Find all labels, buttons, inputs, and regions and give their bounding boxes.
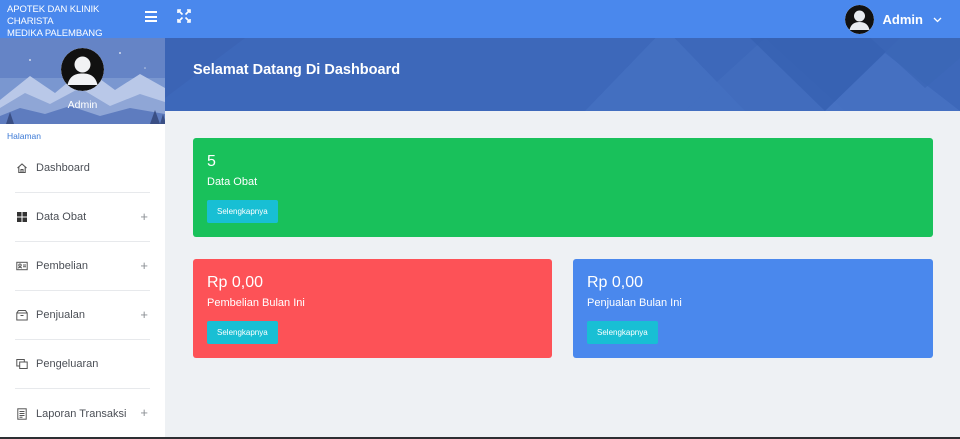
sidebar-item-pembelian[interactable]: Pembelian + <box>15 242 150 291</box>
user-menu[interactable]: Admin <box>844 4 942 34</box>
sidebar-item-label: Data Obat <box>36 211 87 223</box>
sidebar-item-label: Dashboard <box>36 162 90 174</box>
home-icon <box>17 163 27 174</box>
id-card-icon <box>16 261 28 271</box>
page-header-banner: Selamat Datang Di Dashboard <box>165 38 960 111</box>
card-value: 5 <box>207 153 216 170</box>
card-value: Rp 0,00 <box>207 274 264 291</box>
menu-icon[interactable] <box>145 11 157 23</box>
card-penjualan-bulan-ini: Rp 0,00 Penjualan Bulan Ini Selengkapnya <box>573 259 933 358</box>
sidebar-item-laporan-transaksi[interactable]: Laporan Transaksi + <box>15 389 150 438</box>
sidebar-item-data-obat[interactable]: Data Obat + <box>15 193 150 242</box>
card-value: Rp 0,00 <box>587 274 644 291</box>
sidebar-item-penjualan[interactable]: Penjualan + <box>15 291 150 340</box>
card-label: Penjualan Bulan Ini <box>587 297 682 309</box>
card-pembelian-bulan-ini: Rp 0,00 Pembelian Bulan Ini Selengkapnya <box>193 259 552 358</box>
top-navbar: APOTEK DAN KLINIK CHARISTA MEDIKA PALEMB… <box>0 0 960 40</box>
expand-icon[interactable]: + <box>140 259 148 272</box>
fullscreen-icon[interactable] <box>177 9 191 23</box>
sidebar-item-label: Pembelian <box>36 260 88 272</box>
sidebar: Admin Halaman Dashboard Data Obat + Pemb… <box>0 38 165 439</box>
copy-icon <box>16 359 28 369</box>
card-data-obat: 5 Data Obat Selengkapnya <box>193 138 933 237</box>
report-icon <box>17 407 27 420</box>
sidebar-profile: Admin <box>0 38 165 124</box>
brand-line-1: APOTEK DAN KLINIK CHARISTA <box>7 4 100 27</box>
selengkapnya-button[interactable]: Selengkapnya <box>207 200 278 223</box>
page-title: Selamat Datang Di Dashboard <box>193 62 401 78</box>
sidebar-item-dashboard[interactable]: Dashboard <box>15 144 150 193</box>
expand-icon[interactable]: + <box>140 406 148 419</box>
section-label: Halaman <box>7 131 42 141</box>
app-brand[interactable]: APOTEK DAN KLINIK CHARISTA MEDIKA PALEMB… <box>7 4 147 40</box>
card-label: Data Obat <box>207 176 258 188</box>
card-label: Pembelian Bulan Ini <box>207 297 305 309</box>
expand-icon[interactable]: + <box>140 308 148 321</box>
sidebar-item-label: Pengeluaran <box>36 358 99 370</box>
selengkapnya-button[interactable]: Selengkapnya <box>207 321 278 344</box>
selengkapnya-button[interactable]: Selengkapnya <box>587 321 658 344</box>
sidebar-menu: Dashboard Data Obat + Pembelian + Penjua… <box>0 144 165 438</box>
chevron-down-icon <box>933 17 942 22</box>
avatar <box>844 4 874 34</box>
sidebar-item-label: Penjualan <box>36 309 85 321</box>
sidebar-item-pengeluaran[interactable]: Pengeluaran <box>15 340 150 389</box>
box-icon <box>16 310 28 321</box>
expand-icon[interactable]: + <box>140 210 148 223</box>
profile-name: Admin <box>67 99 98 111</box>
sidebar-item-label: Laporan Transaksi <box>36 407 127 420</box>
user-name: Admin <box>882 11 923 27</box>
grid-icon <box>17 212 27 222</box>
profile-avatar <box>61 48 104 91</box>
